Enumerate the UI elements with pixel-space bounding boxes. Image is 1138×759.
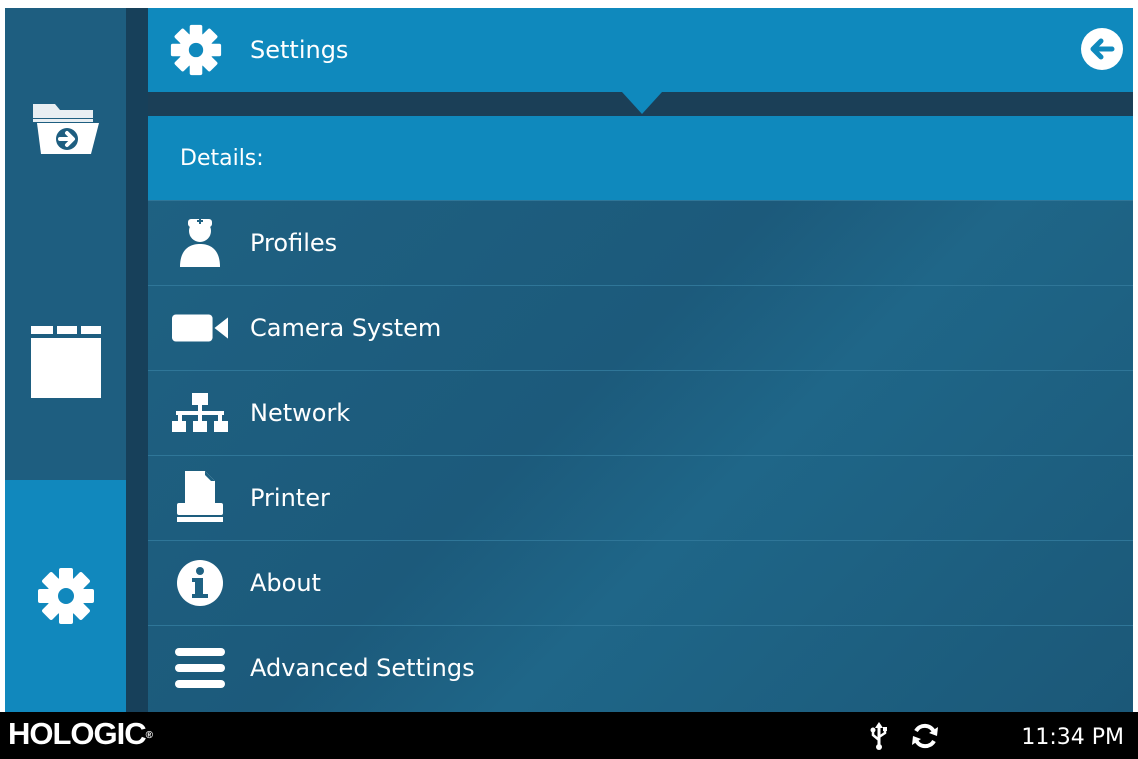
menu-lines-icon bbox=[172, 642, 228, 694]
printer-icon bbox=[172, 471, 228, 524]
camera-icon bbox=[172, 302, 228, 354]
header-pointer bbox=[622, 92, 662, 114]
list-item-about[interactable]: About bbox=[148, 540, 1133, 625]
divider bbox=[126, 8, 148, 712]
list-item-network[interactable]: Network bbox=[148, 370, 1133, 455]
settings-panel: Details: Profiles Camera System Network … bbox=[148, 116, 1133, 712]
network-icon bbox=[172, 387, 228, 439]
sidebar-item-settings[interactable] bbox=[5, 480, 126, 712]
user-profile-icon bbox=[172, 217, 228, 269]
usb-icon bbox=[870, 722, 888, 754]
header-icon bbox=[170, 24, 222, 80]
list-item-label: Advanced Settings bbox=[250, 654, 475, 682]
list-item-advanced-settings[interactable]: Advanced Settings bbox=[148, 625, 1133, 710]
section-label: Details: bbox=[180, 146, 264, 171]
status-bar: HOLOGIC® 11:34 PM bbox=[0, 712, 1138, 759]
info-icon bbox=[172, 557, 228, 609]
sidebar-item-open-folder[interactable] bbox=[5, 8, 126, 244]
back-button[interactable] bbox=[1081, 28, 1123, 70]
sidebar bbox=[5, 8, 126, 712]
list-item-label: Network bbox=[250, 399, 351, 427]
gear-icon bbox=[170, 24, 222, 76]
back-arrow-icon bbox=[1090, 38, 1115, 60]
sidebar-item-folder[interactable] bbox=[5, 244, 126, 480]
list-item-label: Profiles bbox=[250, 229, 338, 257]
folder-open-icon bbox=[32, 104, 99, 154]
gear-icon bbox=[37, 568, 94, 624]
list-item-profiles[interactable]: Profiles bbox=[148, 200, 1133, 285]
list-item-camera-system[interactable]: Camera System bbox=[148, 285, 1133, 370]
list-item-printer[interactable]: Printer bbox=[148, 455, 1133, 540]
header-bar: Settings bbox=[148, 8, 1133, 92]
clock: 11:34 PM bbox=[1021, 725, 1124, 750]
list-item-label: Camera System bbox=[250, 314, 442, 342]
sync-icon[interactable] bbox=[910, 722, 940, 754]
section-header: Details: bbox=[148, 116, 1133, 200]
folder-icon bbox=[30, 326, 101, 398]
brand-logo: HOLOGIC® bbox=[8, 716, 153, 751]
page-title: Settings bbox=[250, 36, 349, 64]
list-item-label: About bbox=[250, 569, 321, 597]
list-item-label: Printer bbox=[250, 484, 330, 512]
